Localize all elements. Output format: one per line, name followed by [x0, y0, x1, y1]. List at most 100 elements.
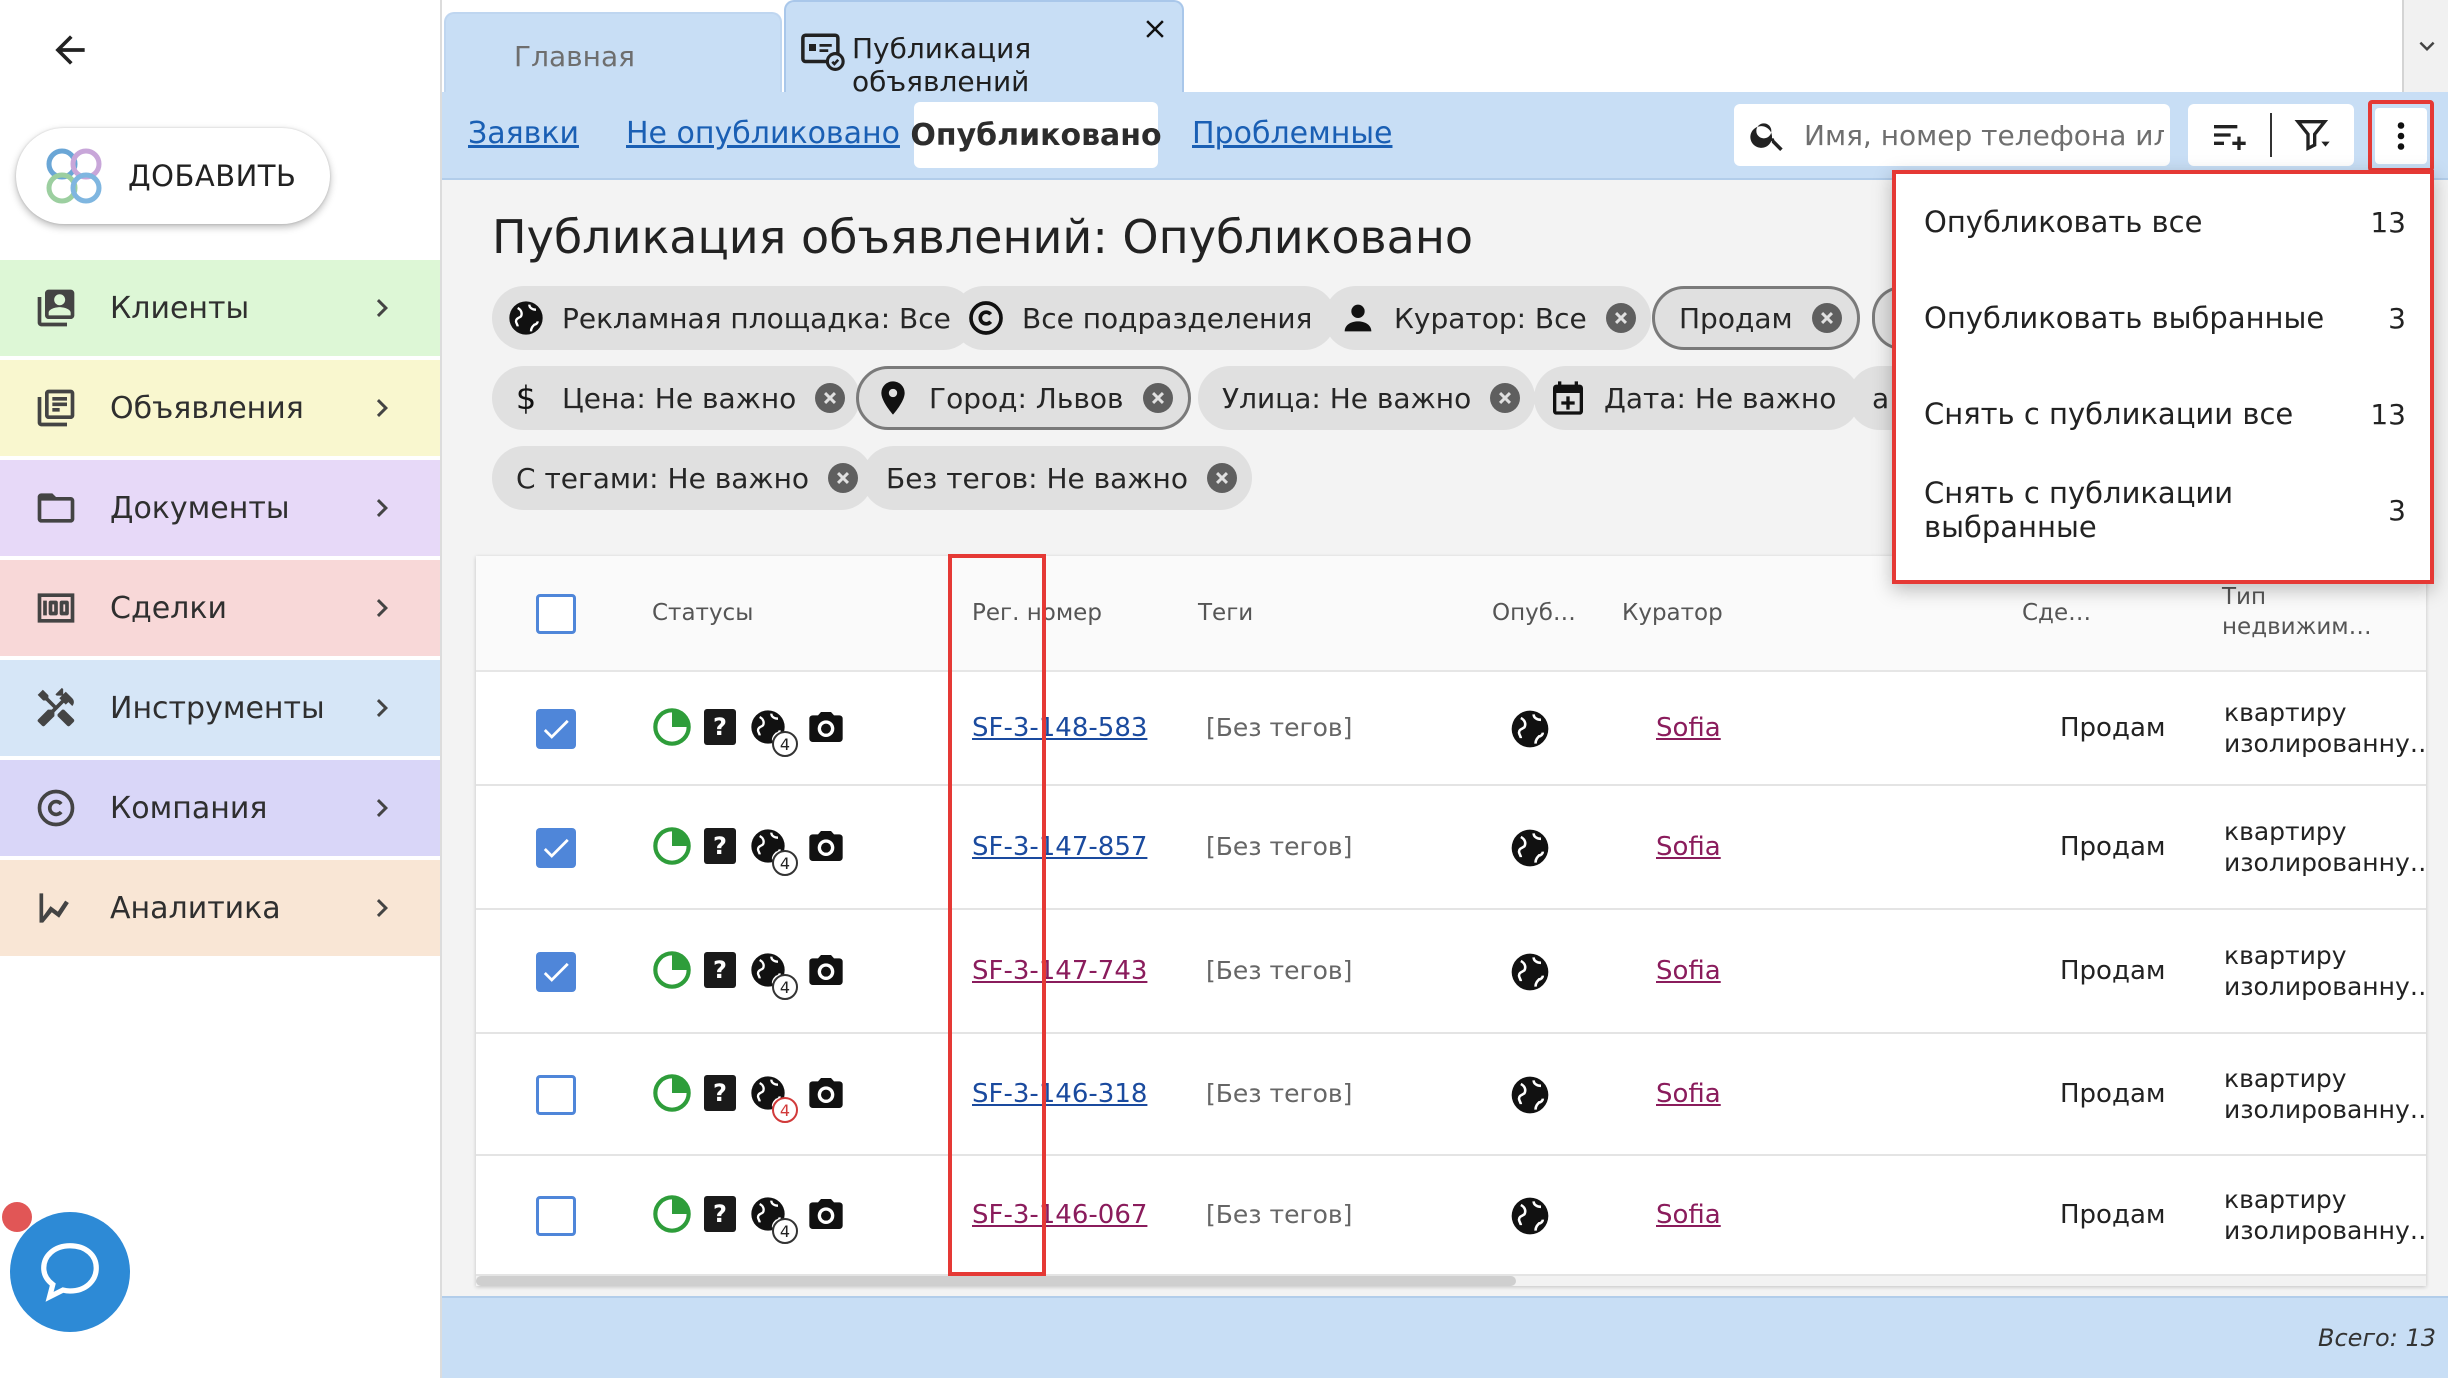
platforms-globe-icon[interactable]: 4 [748, 1073, 798, 1123]
menu-item-publish-selected[interactable]: Опубликовать выбранные 3 [1896, 270, 2430, 366]
curator-link[interactable]: Sofia [1656, 956, 1721, 986]
progress-pie-icon[interactable] [652, 950, 692, 990]
row-checkbox[interactable] [536, 1196, 576, 1236]
sidebar-item-analytics[interactable]: Аналитика [0, 860, 440, 956]
reg-number-link[interactable]: SF-3-147-857 [972, 832, 1147, 862]
unknown-status-icon[interactable]: ? [704, 1196, 736, 1232]
chat-button[interactable] [10, 1212, 130, 1332]
remove-chip-icon[interactable] [825, 460, 861, 496]
published-globe-icon[interactable] [1508, 1194, 1552, 1238]
platforms-globe-icon[interactable]: 4 [748, 1194, 798, 1244]
filter-chip-street[interactable]: Улица: Не важно [1198, 366, 1536, 430]
published-globe-icon[interactable] [1508, 950, 1552, 994]
table-row[interactable]: ? 4 SF-3-146-067 [Без тегов] Sofia Прода… [476, 1156, 2426, 1276]
subnav-not-published[interactable]: Не опубликовано [626, 116, 900, 151]
table-row[interactable]: ? 4 SF-3-148-583 [Без тегов] Sofia Прода… [476, 672, 2426, 786]
remove-chip-icon[interactable] [1204, 460, 1240, 496]
filter-chip-divisions[interactable]: Все подразделения [952, 286, 1337, 350]
subnav-requests[interactable]: Заявки [468, 116, 579, 151]
row-checkbox[interactable] [536, 1075, 576, 1115]
filter-chip-with-tags[interactable]: С тегами: Не важно [492, 446, 874, 510]
remove-chip-icon[interactable] [1809, 300, 1845, 336]
sidebar-item-listings[interactable]: Объявления [0, 360, 440, 456]
menu-item-publish-all[interactable]: Опубликовать все 13 [1896, 174, 2430, 270]
published-globe-icon[interactable] [1508, 707, 1552, 751]
tabs-dropdown[interactable] [2402, 0, 2448, 92]
tab-home[interactable]: Главная [444, 12, 782, 96]
platforms-globe-icon[interactable]: 4 [748, 707, 798, 757]
add-filter-button[interactable] [2188, 104, 2270, 166]
header-statuses[interactable]: Статусы [652, 600, 753, 626]
sidebar-item-tools[interactable]: Инструменты [0, 660, 440, 756]
table-row[interactable]: ? 4 SF-3-146-318 [Без тегов] Sofia Прода… [476, 1034, 2426, 1156]
filter-chip-date[interactable]: Дата: Не важно [1534, 366, 1861, 430]
filter-menu-button[interactable] [2272, 104, 2354, 166]
horizontal-scrollbar[interactable] [476, 1276, 2426, 1286]
row-checkbox[interactable] [536, 828, 576, 868]
filter-chip-without-tags[interactable]: Без тегов: Не важно [862, 446, 1252, 510]
filter-chip-city[interactable]: Город: Львов [856, 366, 1191, 430]
remove-chip-icon[interactable] [812, 380, 848, 416]
deal-cell: Продам [2060, 713, 2166, 743]
scroll-thumb[interactable] [476, 1276, 1516, 1286]
header-tags[interactable]: Теги [1198, 600, 1253, 626]
subnav-problematic[interactable]: Проблемные [1192, 116, 1392, 151]
published-globe-icon[interactable] [1508, 1073, 1552, 1117]
curator-link[interactable]: Sofia [1656, 1200, 1721, 1230]
add-button[interactable]: ДОБАВИТЬ [16, 128, 330, 224]
header-published[interactable]: Опуб… [1492, 600, 1576, 626]
published-globe-icon[interactable] [1508, 826, 1552, 870]
filter-chip-platform[interactable]: Рекламная площадка: Все [492, 286, 975, 350]
sidebar-item-deals[interactable]: Сделки [0, 560, 440, 656]
row-checkbox[interactable] [536, 709, 576, 749]
curator-link[interactable]: Sofia [1656, 1079, 1721, 1109]
filter-chip-sell[interactable]: Продам [1652, 286, 1860, 350]
unknown-status-icon[interactable]: ? [704, 709, 736, 745]
remove-chip-icon[interactable] [1487, 380, 1523, 416]
filter-chip-price[interactable]: $ Цена: Не важно [492, 366, 861, 430]
reg-number-link[interactable]: SF-3-147-743 [972, 956, 1147, 986]
filter-chip-curator[interactable]: Куратор: Все [1324, 286, 1651, 350]
header-type-line2[interactable]: недвижим… [2222, 614, 2372, 640]
reg-number-link[interactable]: SF-3-148-583 [972, 713, 1147, 743]
unknown-status-icon[interactable]: ? [704, 952, 736, 988]
search-input[interactable] [1804, 118, 2164, 152]
reg-number-link[interactable]: SF-3-146-067 [972, 1200, 1147, 1230]
header-reg-number[interactable]: Рег. номер [972, 600, 1102, 626]
progress-pie-icon[interactable] [652, 707, 692, 747]
select-all-checkbox[interactable] [536, 594, 576, 634]
back-arrow-icon[interactable] [42, 22, 98, 78]
remove-chip-icon[interactable] [1603, 300, 1639, 336]
platforms-globe-icon[interactable]: 4 [748, 950, 798, 1000]
table-row[interactable]: ? 4 SF-3-147-857 [Без тегов] Sofia Прода… [476, 786, 2426, 910]
sidebar-item-clients[interactable]: Клиенты [0, 260, 440, 356]
camera-icon[interactable] [806, 707, 846, 747]
reg-number-link[interactable]: SF-3-146-318 [972, 1079, 1147, 1109]
header-deal[interactable]: Сде… [2022, 600, 2091, 626]
header-type-line1[interactable]: Тип [2222, 584, 2266, 610]
sidebar-item-documents[interactable]: Документы [0, 460, 440, 556]
close-tab-icon[interactable] [1140, 14, 1170, 44]
menu-item-unpublish-all[interactable]: Снять с публикации все 13 [1896, 366, 2430, 462]
header-curator[interactable]: Куратор [1622, 600, 1723, 626]
camera-icon[interactable] [806, 826, 846, 866]
table-row[interactable]: ? 4 SF-3-147-743 [Без тегов] Sofia Прода… [476, 910, 2426, 1034]
more-options-button[interactable] [2368, 100, 2434, 172]
curator-link[interactable]: Sofia [1656, 713, 1721, 743]
platforms-globe-icon[interactable]: 4 [748, 826, 798, 876]
progress-pie-icon[interactable] [652, 1073, 692, 1113]
progress-pie-icon[interactable] [652, 1194, 692, 1234]
curator-link[interactable]: Sofia [1656, 832, 1721, 862]
progress-pie-icon[interactable] [652, 826, 692, 866]
sidebar-item-company[interactable]: Компания [0, 760, 440, 856]
tab-publication[interactable]: Публикация объявлений [784, 0, 1184, 98]
camera-icon[interactable] [806, 1194, 846, 1234]
camera-icon[interactable] [806, 1073, 846, 1113]
row-checkbox[interactable] [536, 952, 576, 992]
menu-item-unpublish-selected[interactable]: Снять с публикации выбранные 3 [1896, 462, 2430, 558]
unknown-status-icon[interactable]: ? [704, 828, 736, 864]
unknown-status-icon[interactable]: ? [704, 1075, 736, 1111]
camera-icon[interactable] [806, 950, 846, 990]
subnav-published[interactable]: Опубликовано [910, 102, 1162, 168]
remove-chip-icon[interactable] [1140, 380, 1176, 416]
